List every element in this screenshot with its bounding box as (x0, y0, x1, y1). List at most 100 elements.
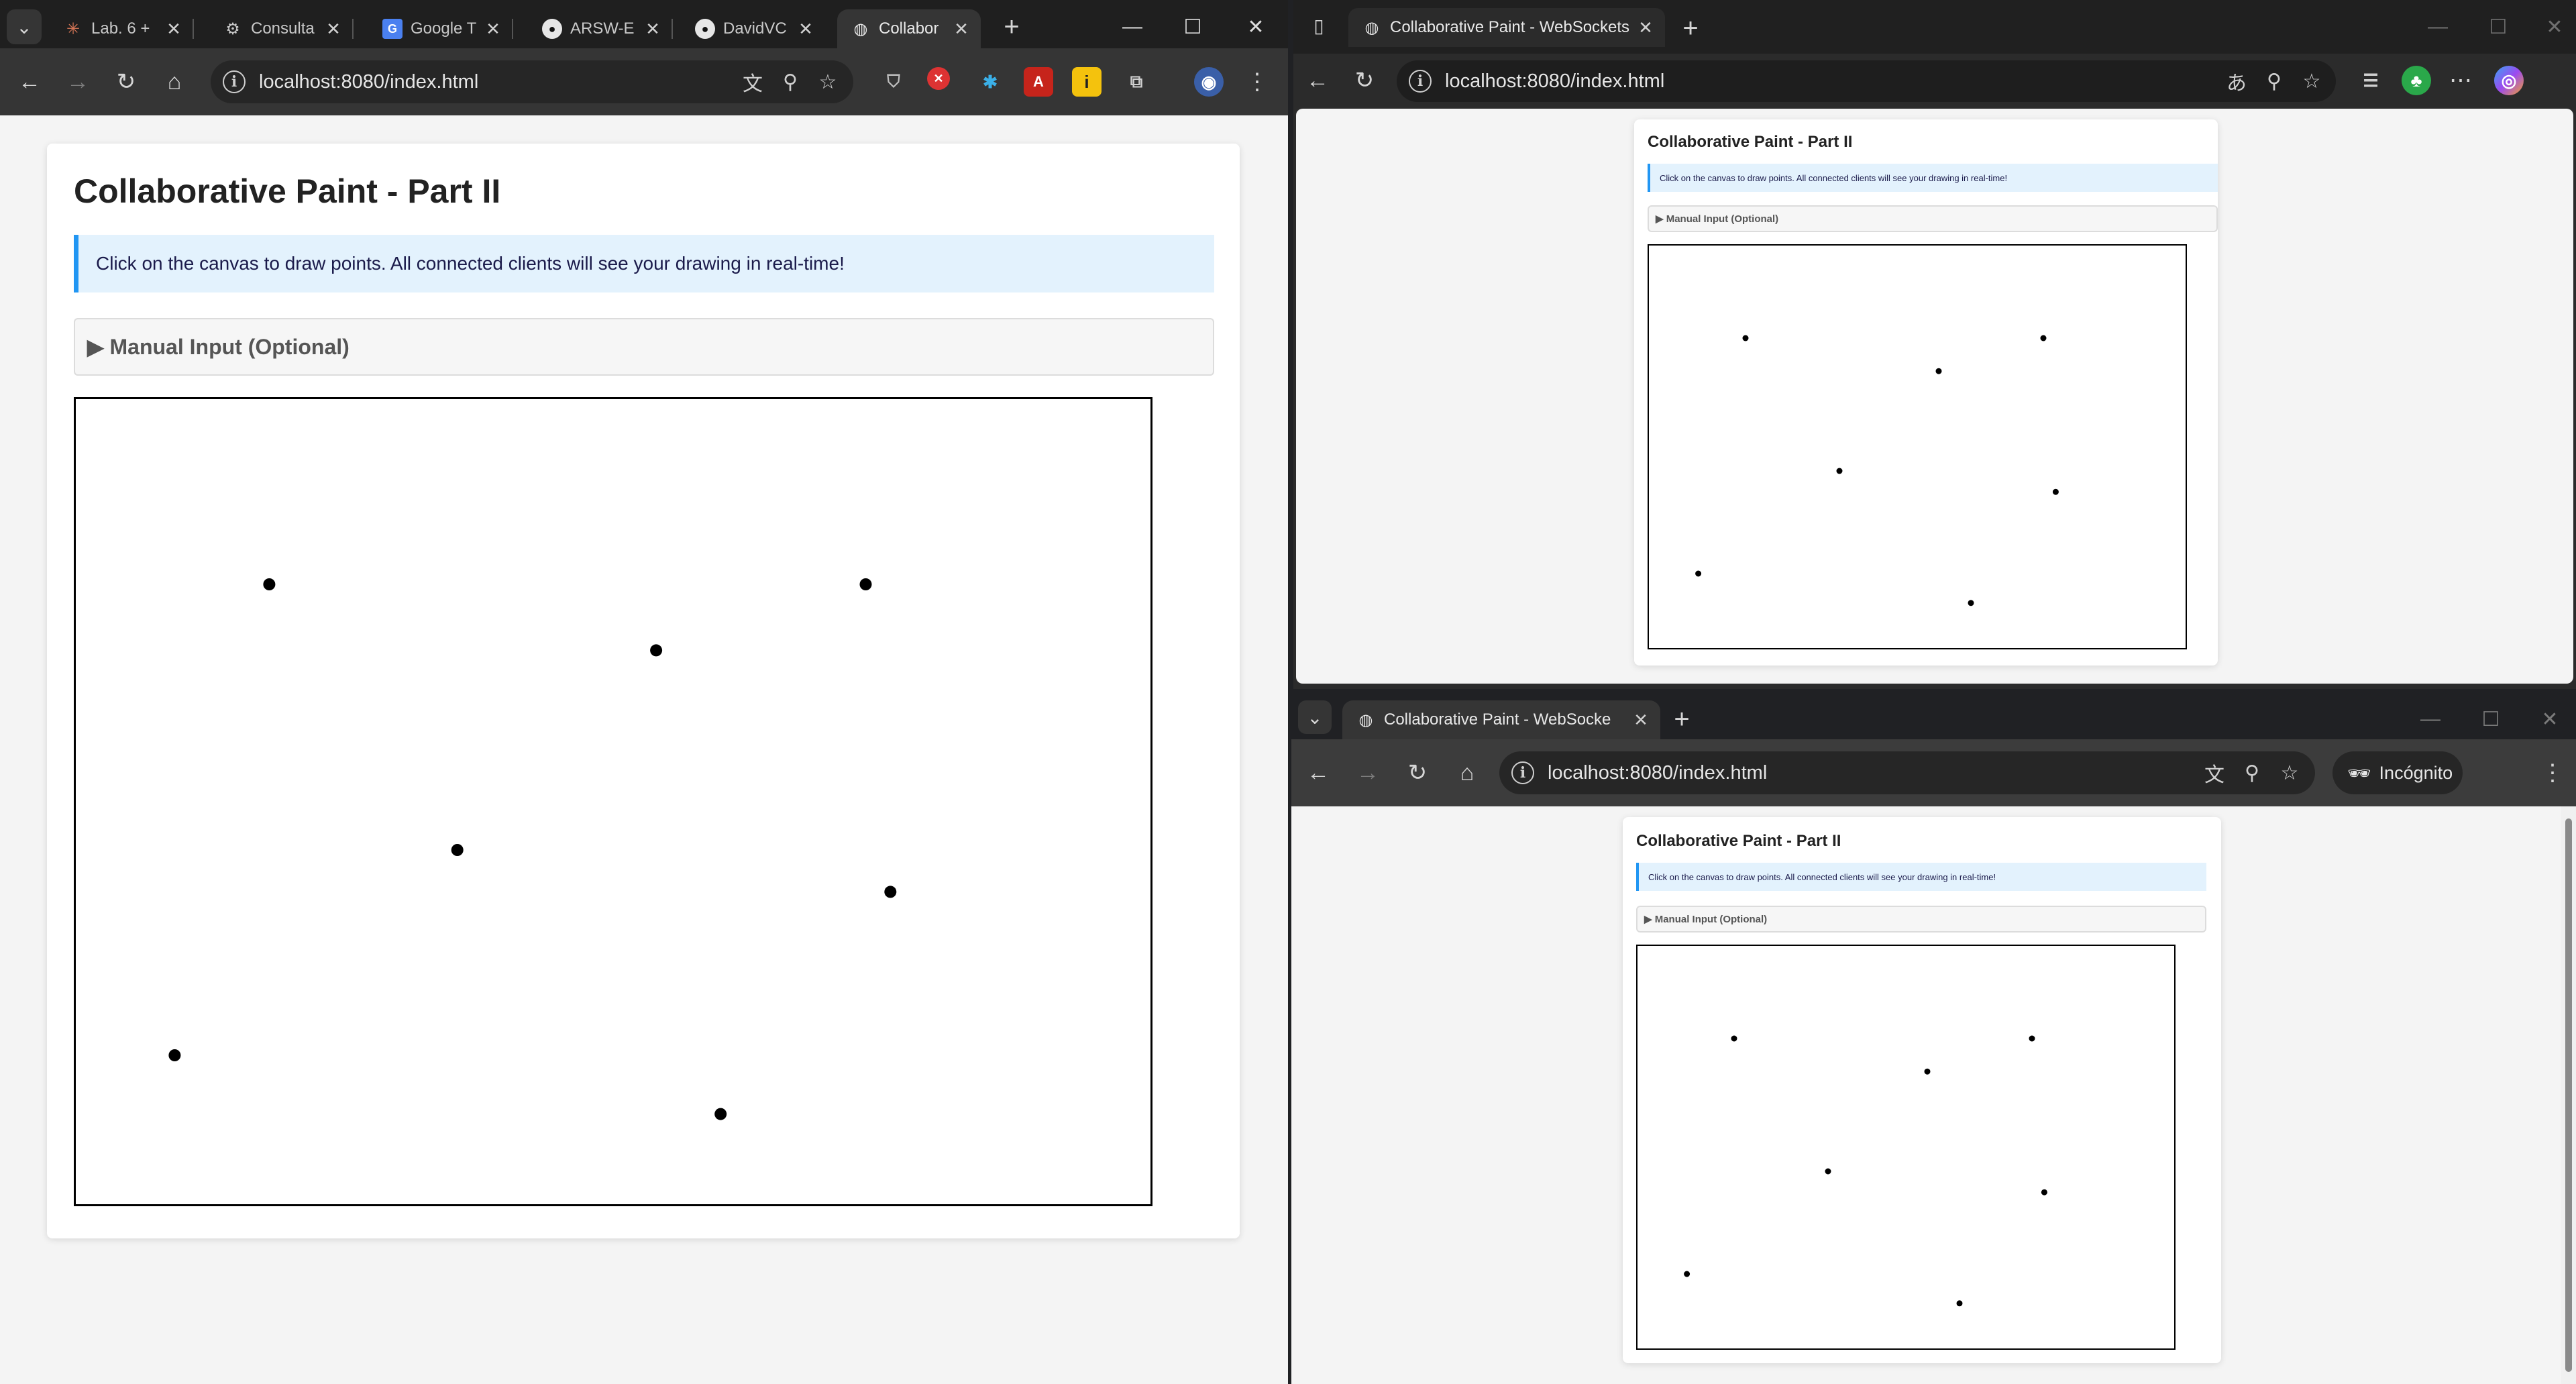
back-button[interactable]: ← (1299, 62, 1336, 99)
close-icon[interactable]: ✕ (482, 17, 504, 40)
manual-input-toggle[interactable]: ▶ Manual Input (Optional) (1648, 205, 2218, 232)
manual-input-toggle[interactable]: ▶ Manual Input (Optional) (74, 318, 1214, 376)
translate-icon[interactable]: 文 (734, 63, 771, 101)
close-icon[interactable]: ✕ (322, 17, 345, 40)
toolbar: ← ↻ i localhost:8080/index.html あ ⚲ ☆ ☰ … (1293, 54, 2576, 109)
shield-extension-icon[interactable]: ⛉ (879, 67, 908, 97)
github-icon: ● (695, 19, 715, 39)
menu-button[interactable]: ⋮ (2534, 754, 2571, 792)
close-icon[interactable]: ✕ (1634, 16, 1657, 39)
vertical-scrollbar[interactable] (2561, 806, 2576, 1384)
home-button[interactable]: ⌂ (1448, 754, 1486, 792)
pdf-extension-icon[interactable]: A (1024, 67, 1053, 97)
extension-leaf-icon[interactable]: ♣ (2402, 66, 2431, 95)
profile-avatar[interactable]: ◉ (1194, 67, 1224, 97)
new-tab-button[interactable]: + (1672, 9, 1709, 47)
reload-button[interactable]: ↻ (1346, 62, 1383, 99)
star-icon[interactable]: ☆ (2293, 62, 2330, 100)
address-bar[interactable]: i localhost:8080/index.html あ ⚲ ☆ (1397, 60, 2336, 102)
drawing-canvas[interactable] (1648, 244, 2187, 649)
zoom-icon[interactable]: ⚲ (2255, 62, 2293, 100)
incognito-icon: 🕶 (2347, 762, 2371, 784)
more-icon: ⋮ (1246, 69, 1269, 95)
maximize-button[interactable]: ☐ (2471, 699, 2511, 739)
back-button[interactable]: ← (1299, 754, 1337, 792)
star-icon[interactable]: ☆ (2271, 754, 2308, 792)
tab-strip: ▯ ◍ Collaborative Paint - WebSockets ✕ +… (1293, 0, 2576, 54)
tab-consulta[interactable]: ⚙ Consulta ✕ (209, 9, 354, 48)
translate-icon[interactable]: 文 (2196, 754, 2233, 792)
drawing-canvas[interactable] (1636, 945, 2176, 1350)
address-bar[interactable]: i localhost:8080/index.html 文 ⚲ ☆ (211, 60, 853, 103)
reload-button[interactable]: ↻ (107, 63, 145, 101)
close-icon[interactable]: ✕ (950, 17, 973, 40)
tab-davidvc[interactable]: ● DavidVC ✕ (682, 9, 825, 48)
chevron-down-icon: ⌄ (1307, 706, 1323, 728)
canvas-point-1 (1742, 335, 1749, 341)
tab-title: ARSW-E (570, 19, 635, 38)
zoom-icon[interactable]: ⚲ (771, 63, 809, 101)
tab-search-button[interactable]: ⌄ (1298, 700, 1332, 734)
tab-google-translate[interactable]: G Google T ✕ (369, 9, 513, 48)
site-info-icon[interactable]: i (1409, 70, 1432, 93)
minimize-button[interactable]: — (2418, 7, 2458, 47)
tab-collaborative-paint[interactable]: ◍ Collaborative Paint - WebSocke ✕ (1342, 700, 1660, 739)
new-tab-button[interactable]: + (993, 8, 1030, 46)
close-icon[interactable]: ✕ (162, 17, 185, 40)
forward-button[interactable]: → (59, 63, 97, 101)
menu-button[interactable]: ⋮ (1238, 63, 1276, 101)
scrollbar-thumb[interactable] (2565, 818, 2572, 1372)
copilot-icon[interactable]: ◎ (2494, 66, 2524, 95)
read-aloud-icon[interactable]: あ (2218, 62, 2255, 100)
i-extension-icon[interactable]: i (1072, 67, 1102, 97)
forward-button[interactable]: → (1349, 754, 1387, 792)
canvas-point-5 (2052, 488, 2059, 495)
drawing-canvas[interactable] (74, 397, 1152, 1206)
incognito-badge[interactable]: 🕶 Incógnito (2332, 751, 2463, 794)
zoom-icon[interactable]: ⚲ (2233, 754, 2271, 792)
close-window-button[interactable]: ✕ (1236, 7, 1276, 47)
close-icon[interactable]: ✕ (641, 17, 664, 40)
favorites-icon[interactable]: ☰ (2356, 66, 2385, 95)
site-info-icon[interactable]: i (223, 70, 246, 93)
sidebar-toggle-button[interactable]: ▯ (1303, 9, 1335, 42)
reload-button[interactable]: ↻ (1399, 754, 1436, 792)
tab-lab6[interactable]: ✳ Lab. 6 + ✕ (50, 9, 194, 48)
tab-title: Collaborative Paint - WebSocke (1384, 710, 1611, 729)
star-icon[interactable]: ☆ (809, 63, 847, 101)
close-window-button[interactable]: ✕ (2530, 699, 2570, 739)
page-content: Collaborative Paint - Part II Click on t… (0, 115, 1288, 1384)
manual-input-toggle[interactable]: ▶ Manual Input (Optional) (1636, 906, 2206, 933)
asterisk-icon: ✳ (66, 19, 80, 38)
minimize-button[interactable]: — (1112, 7, 1152, 47)
manual-input-label: ▶ Manual Input (Optional) (87, 335, 350, 359)
page-title: Collaborative Paint - Part II (1648, 133, 1853, 151)
tab-search-button[interactable]: ⌄ (7, 9, 42, 44)
info-box: Click on the canvas to draw points. All … (1648, 164, 2218, 192)
page-title: Collaborative Paint - Part II (1636, 832, 1841, 850)
new-tab-button[interactable]: + (1663, 700, 1701, 738)
forward-arrow-icon: → (1356, 759, 1379, 786)
minimize-button[interactable]: — (2410, 699, 2451, 739)
plus-icon: + (1674, 704, 1690, 734)
close-icon[interactable]: ✕ (1629, 708, 1652, 731)
maximize-button[interactable]: ☐ (2478, 7, 2518, 47)
canvas-point-6 (1695, 570, 1702, 577)
blocker-extension-icon[interactable]: ✕ (927, 67, 950, 90)
snowflake-extension-icon[interactable]: ✱ (975, 67, 1005, 97)
home-button[interactable]: ⌂ (156, 63, 193, 101)
close-icon[interactable]: ✕ (794, 17, 817, 40)
close-window-button[interactable]: ✕ (2534, 7, 2575, 47)
canvas-point-6 (1684, 1271, 1690, 1277)
tab-collaborative-paint[interactable]: ◍ Collaborative Paint - WebSockets ✕ (1348, 8, 1665, 47)
minimize-icon: — (2428, 15, 2448, 38)
tab-collaborative-paint[interactable]: ◍ Collabor ✕ (837, 9, 981, 48)
tab-arsw[interactable]: ● ARSW-E ✕ (529, 9, 673, 48)
menu-button[interactable]: ⋯ (2442, 62, 2479, 99)
back-button[interactable]: ← (11, 63, 48, 101)
maximize-button[interactable]: ☐ (1173, 7, 1213, 47)
address-bar[interactable]: i localhost:8080/index.html 文 ⚲ ☆ (1499, 751, 2315, 794)
extensions-puzzle-icon[interactable]: ⧉ (1122, 67, 1151, 97)
site-info-icon[interactable]: i (1511, 761, 1534, 784)
url-text: localhost:8080/index.html (1548, 761, 1768, 784)
